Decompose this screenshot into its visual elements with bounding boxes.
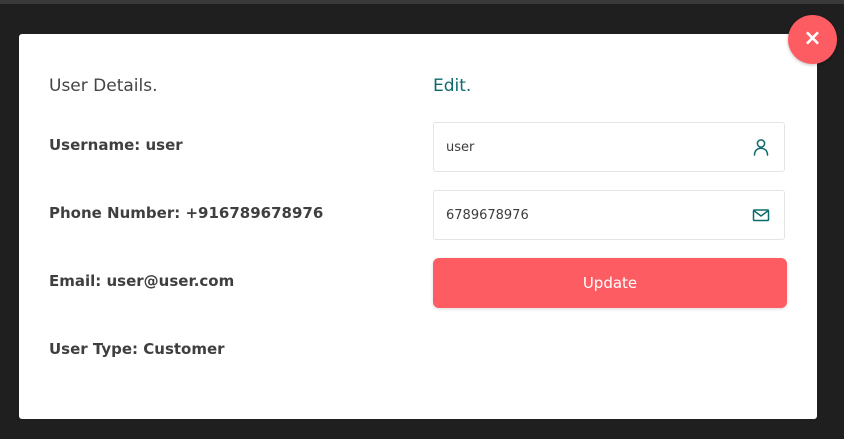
username-detail: Username: user (49, 136, 183, 154)
envelope-icon (752, 209, 770, 222)
phone-detail: Phone Number: +916789678976 (49, 204, 324, 222)
top-strip (0, 0, 844, 4)
edit-title: Edit. (433, 76, 472, 96)
close-button[interactable]: × (788, 15, 837, 64)
phone-field (433, 190, 785, 240)
email-detail: Email: user@user.com (49, 272, 235, 290)
phone-input[interactable] (446, 191, 736, 239)
user-type-detail: User Type: Customer (49, 340, 225, 358)
username-field (433, 122, 785, 172)
close-icon: × (803, 26, 822, 51)
user-icon (753, 139, 769, 156)
update-button[interactable]: Update (433, 258, 787, 308)
username-input[interactable] (446, 123, 736, 171)
user-details-modal: User Details. Username: user Phone Numbe… (19, 34, 817, 419)
details-title: User Details. (49, 76, 158, 96)
